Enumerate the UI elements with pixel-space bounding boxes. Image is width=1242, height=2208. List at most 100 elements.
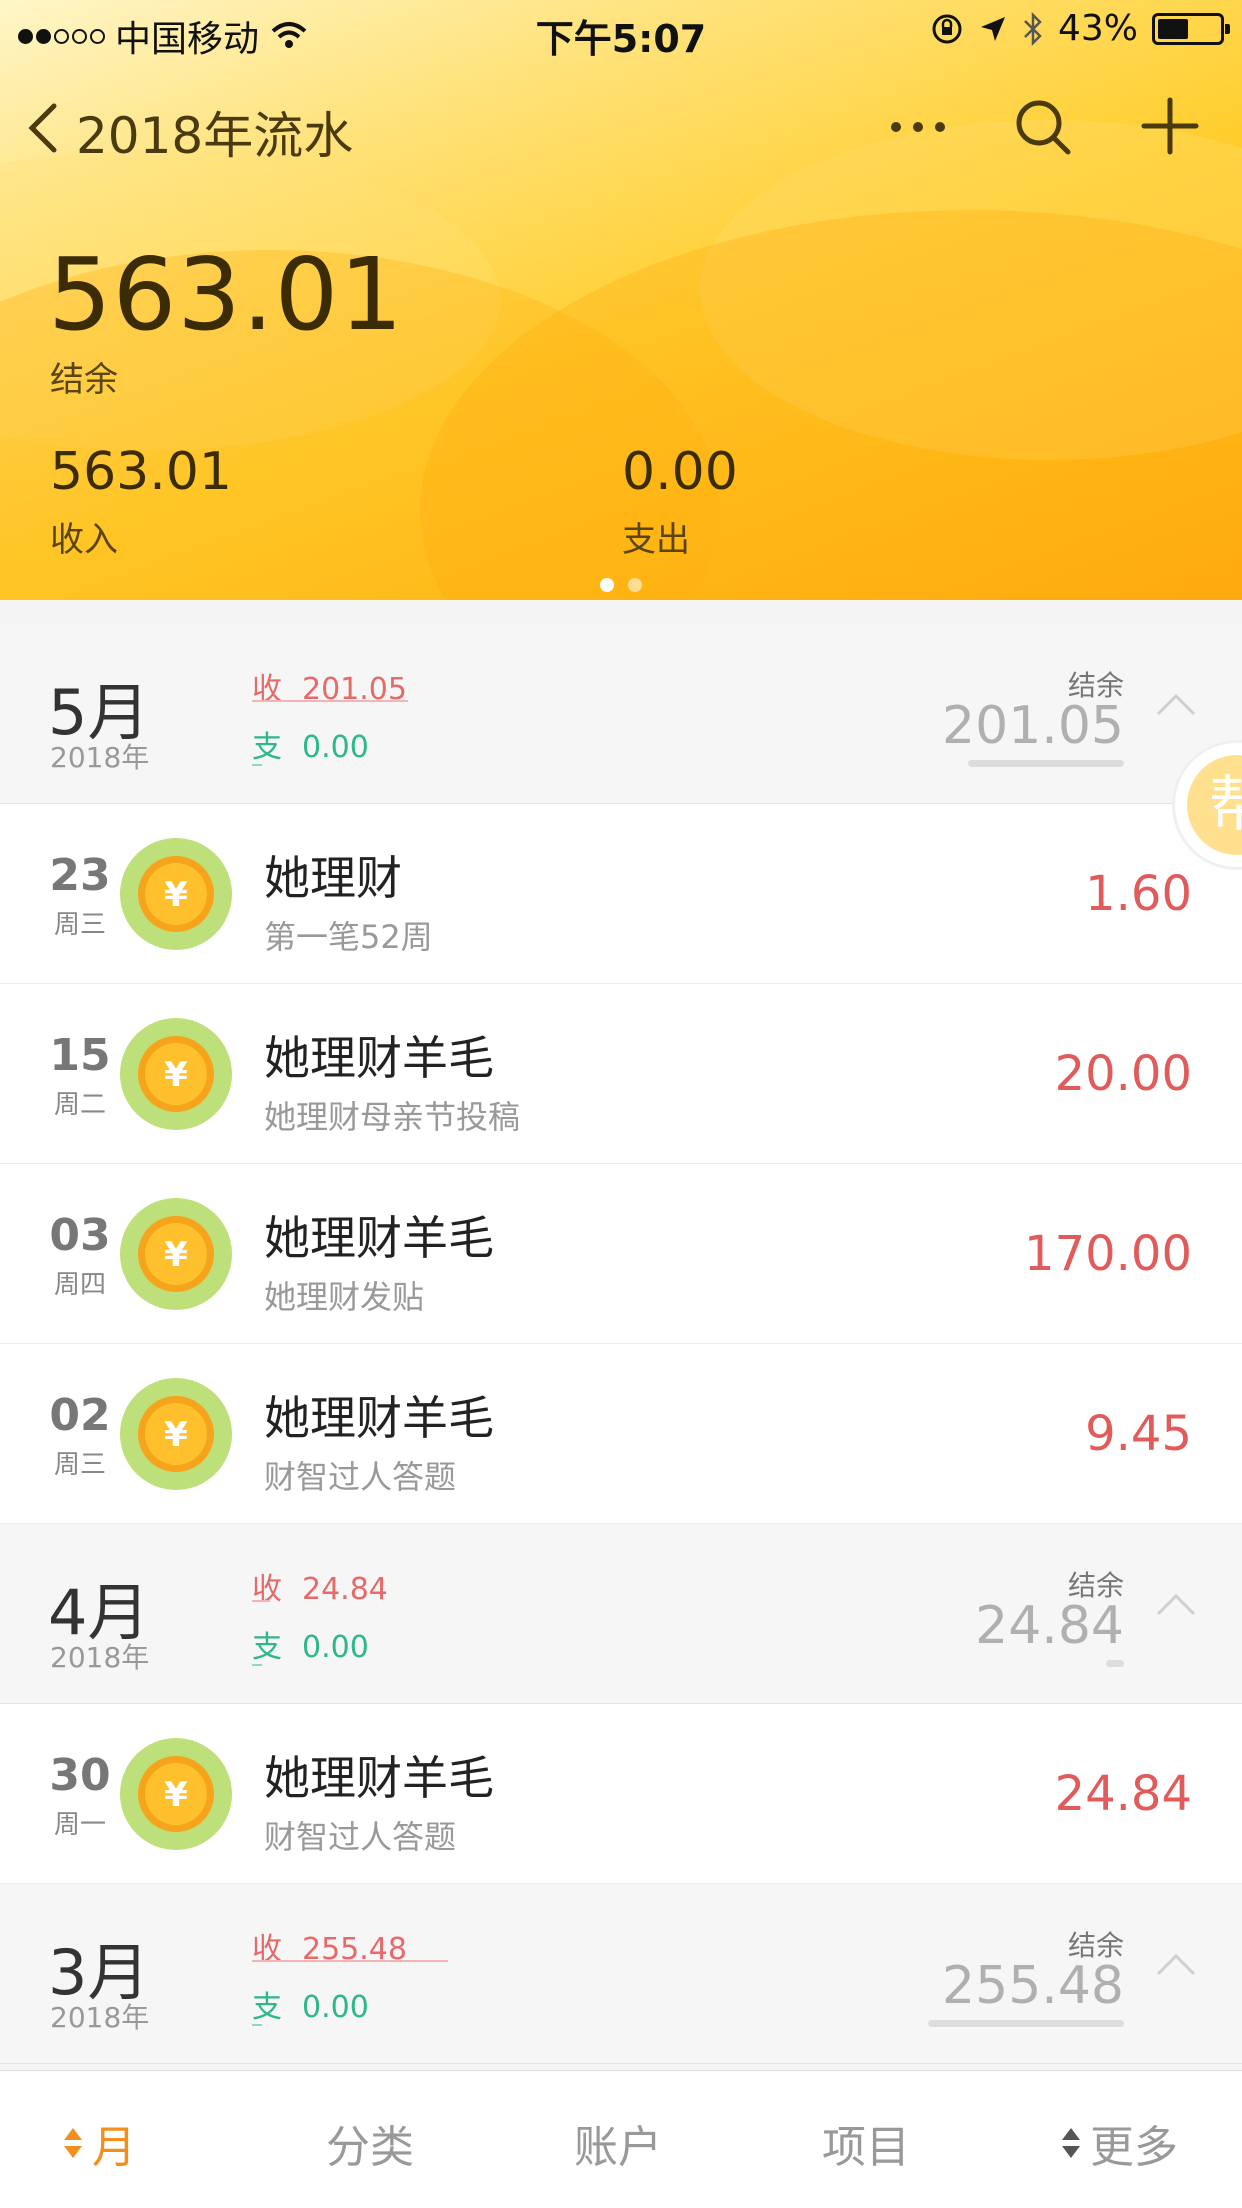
transaction-row[interactable]: 30 周一 ¥ 她理财羊毛 财智过人答题 24.84 [0, 1704, 1242, 1884]
month-balance-bar [928, 2020, 1124, 2027]
tab-label: 分类 [326, 2122, 414, 2173]
income-label: 收入 [50, 520, 118, 560]
chevron-up-icon[interactable] [1154, 690, 1198, 718]
month-expense: 支 0.00 [252, 1630, 369, 1665]
coin-icon: ¥ [120, 1378, 232, 1490]
tab-label: 项目 [822, 2122, 910, 2173]
floating-help-text: 帮 [1187, 755, 1242, 855]
tx-weekday: 周四 [53, 1270, 106, 1300]
orientation-lock-icon [932, 14, 962, 43]
transaction-row[interactable]: 23 周三 ¥ 她理财 第一笔52周 1.60 [0, 804, 1242, 984]
tx-title: 她理财 [264, 851, 402, 905]
tx-amount: 20.00 [1054, 1046, 1192, 1102]
tx-amount: 170.00 [1024, 1226, 1192, 1282]
tx-title: 她理财羊毛 [264, 1751, 494, 1805]
chevron-up-icon[interactable] [1154, 1950, 1198, 1978]
month-income-bar [252, 1600, 270, 1602]
sort-icon [64, 2128, 82, 2158]
tab-label: 月 [92, 2122, 136, 2173]
sort-icon [1062, 2128, 1080, 2158]
tab-more[interactable]: 更多 [1060, 2111, 1178, 2175]
tx-title: 她理财羊毛 [264, 1211, 494, 1265]
tx-note: 第一笔52周 [264, 918, 433, 956]
tx-day: 15 [49, 1030, 111, 1081]
page-indicator[interactable] [600, 578, 642, 592]
tx-weekday: 周二 [53, 1090, 106, 1120]
month-balance: 24.84 [975, 1596, 1124, 1656]
tab-label: 账户 [574, 2122, 662, 2173]
coin-icon: ¥ [120, 838, 232, 950]
tx-note: 财智过人答题 [264, 1818, 457, 1856]
month-balance: 255.48 [942, 1956, 1124, 2016]
month-header-may[interactable]: 5月 2018年 收 201.05 支 0.00 结余 201.05 [0, 624, 1242, 804]
tx-weekday: 周三 [53, 910, 106, 940]
bluetooth-icon [1024, 11, 1042, 46]
month-income-bar [252, 700, 408, 702]
coin-icon: ¥ [120, 1198, 232, 1310]
coin-icon: ¥ [120, 1018, 232, 1130]
svg-text:¥: ¥ [164, 875, 188, 915]
tx-note: 她理财母亲节投稿 [264, 1098, 521, 1136]
expense-label: 支出 [622, 520, 690, 560]
svg-text:¥: ¥ [164, 1235, 188, 1275]
month-expense-bar [252, 1664, 262, 1666]
month-expense-bar [252, 2024, 262, 2026]
more-icon[interactable] [888, 102, 948, 152]
tx-amount: 9.45 [1085, 1406, 1192, 1462]
coin-icon: ¥ [120, 1738, 232, 1850]
search-icon[interactable] [1012, 96, 1074, 158]
header-banner: 中国移动 下午5:07 43% 2018年流水 563.01 结余 563.01… [0, 0, 1242, 600]
month-year: 2018年 [50, 1641, 150, 1674]
page-title: 2018年流水 [76, 107, 354, 165]
transaction-row[interactable]: 02 周三 ¥ 她理财羊毛 财智过人答题 9.45 [0, 1344, 1242, 1524]
month-balance-bar [1106, 1660, 1124, 1667]
bottom-tab-bar: 月 分类 账户 项目 更多 [0, 2070, 1242, 2208]
tx-day: 23 [49, 850, 111, 901]
add-icon[interactable] [1138, 94, 1202, 158]
transaction-row[interactable]: 03 周四 ¥ 她理财羊毛 她理财发贴 170.00 [0, 1164, 1242, 1344]
month-year: 2018年 [50, 741, 150, 774]
transaction-list: 5月 2018年 收 201.05 支 0.00 结余 201.05 23 周三 ¥… [0, 624, 1242, 2064]
tx-note: 财智过人答题 [264, 1458, 457, 1496]
transaction-row[interactable]: 15 周二 ¥ 她理财羊毛 她理财母亲节投稿 20.00 [0, 984, 1242, 1164]
battery-icon [1152, 12, 1230, 45]
month-balance-bar [968, 760, 1124, 767]
status-bar: 中国移动 下午5:07 43% [0, 0, 1242, 61]
balance-label: 结余 [50, 360, 118, 400]
month-income: 收 24.84 [252, 1572, 388, 1607]
month-balance: 201.05 [942, 696, 1124, 756]
month-expense: 支 0.00 [252, 730, 369, 765]
tab-account[interactable]: 账户 [574, 2111, 662, 2175]
tab-month[interactable]: 月 [62, 2111, 136, 2175]
expense-value: 0.00 [622, 442, 738, 502]
month-expense-bar [252, 764, 262, 766]
tab-project[interactable]: 项目 [822, 2111, 910, 2175]
month-expense: 支 0.00 [252, 1990, 369, 2025]
nav-bar: 2018年流水 [0, 88, 1242, 168]
tx-note: 她理财发贴 [264, 1278, 425, 1316]
location-icon [980, 16, 1005, 41]
tx-amount: 24.84 [1054, 1766, 1192, 1822]
tx-weekday: 周三 [53, 1450, 106, 1480]
month-income-bar [252, 1960, 448, 1962]
svg-text:¥: ¥ [164, 1415, 188, 1455]
tx-title: 她理财羊毛 [264, 1391, 494, 1445]
battery-percent: 43% [1057, 8, 1138, 49]
tx-weekday: 周一 [53, 1810, 106, 1840]
tx-amount: 1.60 [1085, 866, 1192, 922]
month-year: 2018年 [50, 2001, 150, 2034]
balance-value: 563.01 [48, 236, 404, 353]
tx-day: 30 [49, 1750, 111, 1801]
tx-title: 她理财羊毛 [264, 1031, 494, 1085]
tx-day: 03 [49, 1210, 111, 1261]
back-arrow-icon[interactable] [20, 98, 70, 158]
month-header-april[interactable]: 4月 2018年 收 24.84 支 0.00 结余 24.84 [0, 1524, 1242, 1704]
chevron-up-icon[interactable] [1154, 1590, 1198, 1618]
tab-label: 更多 [1090, 2122, 1178, 2173]
month-header-march[interactable]: 3月 2018年 收 255.48 支 0.00 结余 255.48 [0, 1884, 1242, 2064]
tab-category[interactable]: 分类 [326, 2111, 414, 2175]
svg-text:¥: ¥ [164, 1055, 188, 1095]
svg-text:¥: ¥ [164, 1775, 188, 1815]
tx-day: 02 [49, 1390, 111, 1441]
income-value: 563.01 [50, 442, 232, 502]
